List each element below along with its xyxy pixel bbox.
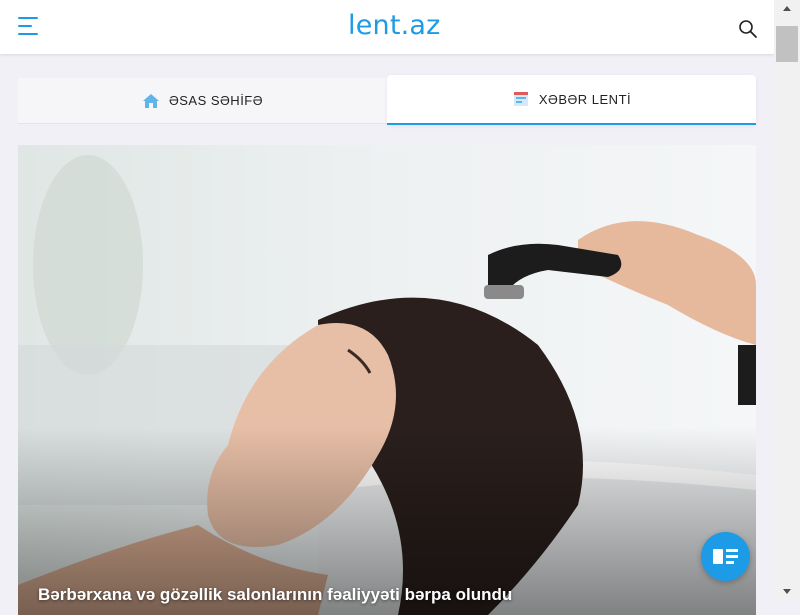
featured-article-card[interactable]: Bərbərxana və gözəllik salonlarının fəal…	[18, 145, 756, 615]
tab-news-feed-label: XƏBƏR LENTİ	[538, 91, 632, 107]
news-list-icon	[713, 549, 738, 564]
featured-article-title[interactable]: Bərbərxana və gözəllik salonlarının fəal…	[38, 585, 512, 605]
featured-article-image	[18, 145, 756, 615]
section-tabs: ƏSAS SƏHİFƏ XƏBƏR LENTİ	[18, 75, 756, 125]
hamburger-menu-icon[interactable]	[18, 17, 38, 37]
scroll-down-arrow-icon[interactable]	[774, 583, 800, 600]
search-icon[interactable]	[738, 19, 758, 39]
tab-home[interactable]: ƏSAS SƏHİFƏ	[18, 78, 387, 124]
news-feed-icon	[513, 92, 528, 106]
scroll-up-arrow-icon[interactable]	[774, 0, 800, 17]
tab-news-feed[interactable]: XƏBƏR LENTİ	[387, 75, 756, 125]
news-list-button[interactable]	[701, 532, 750, 581]
tab-home-label: ƏSAS SƏHİFƏ	[168, 93, 264, 108]
scrollbar-thumb[interactable]	[776, 26, 798, 62]
top-header: lent.az	[0, 0, 774, 54]
home-icon	[142, 93, 159, 108]
site-logo[interactable]: lent.az	[348, 10, 441, 42]
vertical-scrollbar[interactable]	[774, 0, 800, 600]
